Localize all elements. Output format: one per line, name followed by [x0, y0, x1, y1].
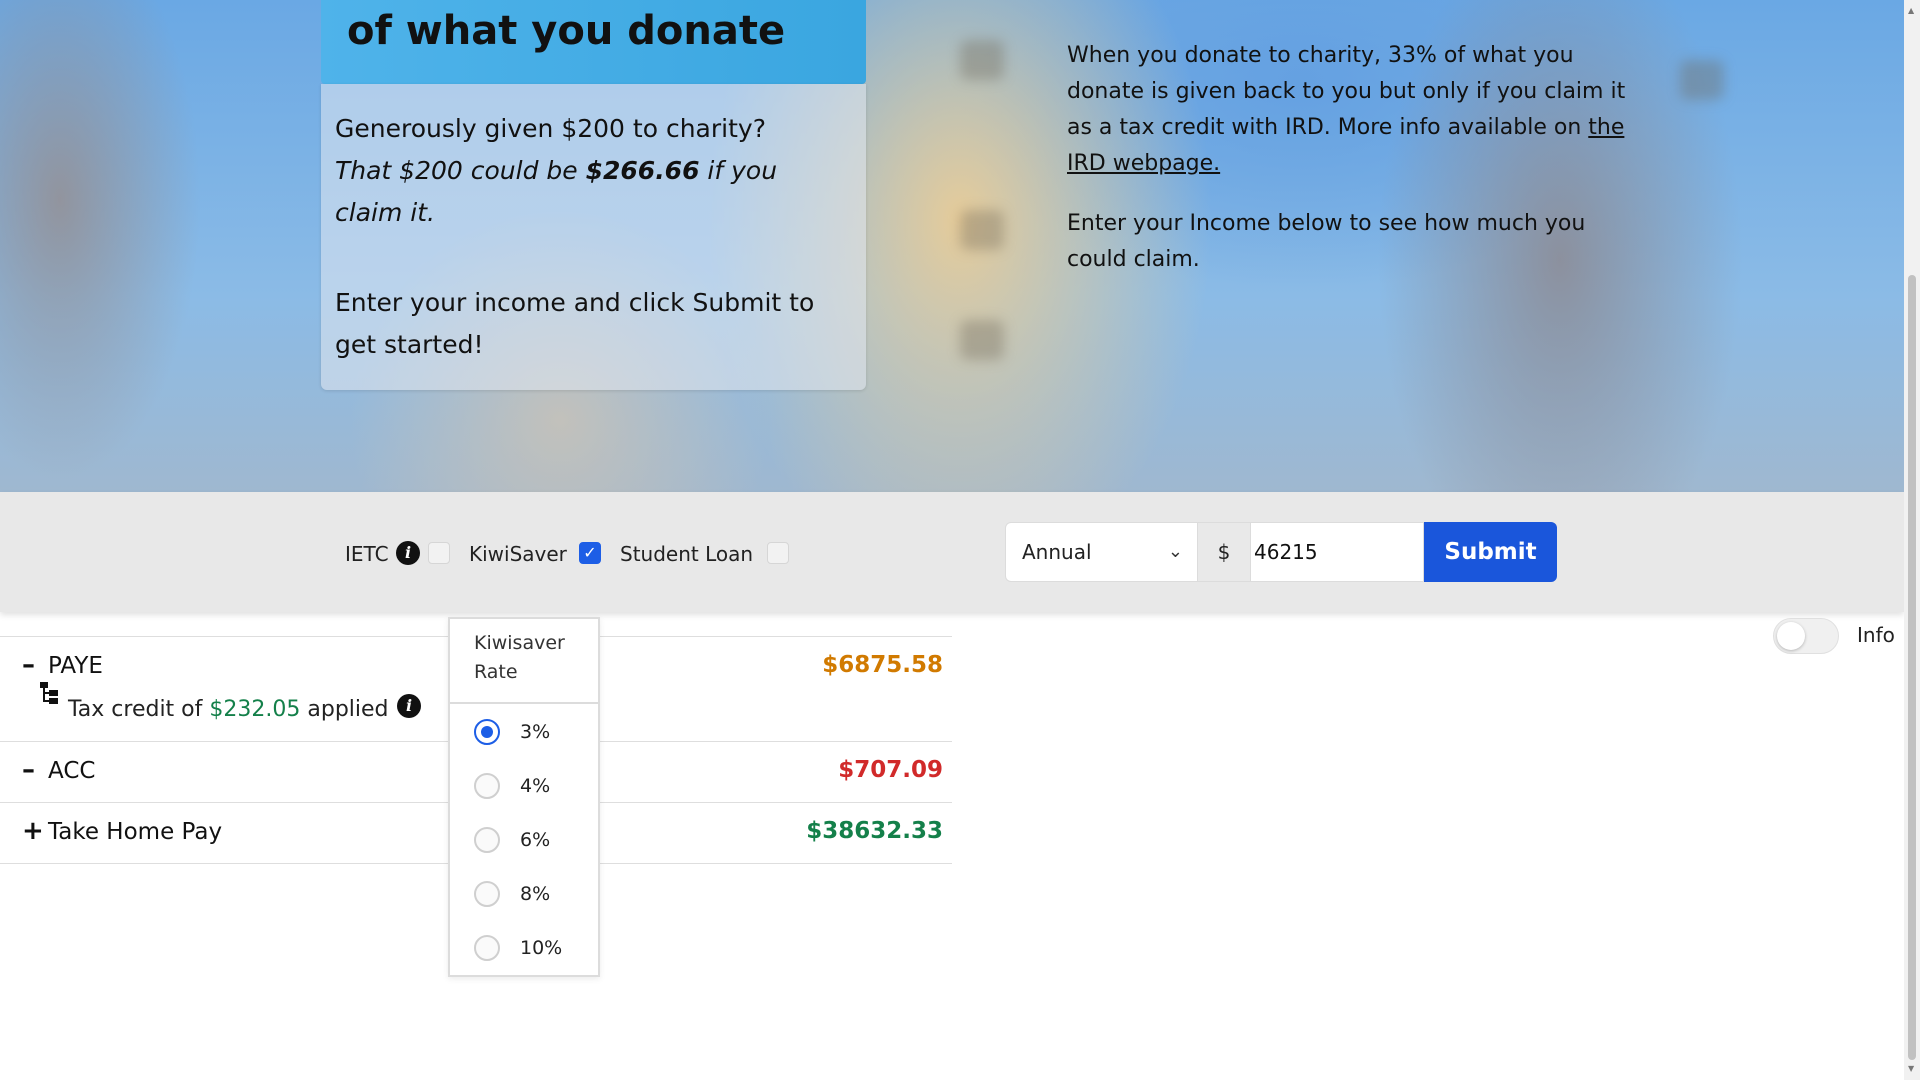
- income-input[interactable]: [1250, 522, 1424, 582]
- radio-button[interactable]: [474, 881, 500, 907]
- radio-button[interactable]: [474, 773, 500, 799]
- student-loan-label: Student Loan: [620, 542, 754, 566]
- hero-card-claim-amount: $266.66: [585, 156, 700, 185]
- collapse-icon: –: [22, 755, 35, 785]
- hero-info-paragraph: When you donate to charity, 33% of what …: [1067, 38, 1627, 182]
- rate-label: 3%: [520, 721, 551, 743]
- radio-button[interactable]: [474, 827, 500, 853]
- scroll-up-arrow-icon[interactable]: ▲: [1908, 6, 1914, 15]
- scroll-down-arrow-icon[interactable]: ▼: [1908, 1064, 1914, 1073]
- rate-label: 6%: [520, 829, 551, 851]
- ietc-checkbox[interactable]: [428, 542, 450, 564]
- take-home-row-label[interactable]: + Take Home Pay: [22, 817, 222, 846]
- page-scrollbar[interactable]: ▲ ▼: [1904, 0, 1920, 1080]
- hero-info: When you donate to charity, 33% of what …: [1067, 38, 1627, 278]
- paye-label: PAYE: [48, 653, 103, 679]
- info-toggle-label: Info: [1857, 623, 1895, 647]
- radio-button[interactable]: [474, 935, 500, 961]
- hero-card: Generously given $200 to charity? That $…: [321, 84, 866, 390]
- hero-banner: of what you donate Generously given $200…: [0, 0, 1904, 492]
- hero-info-paragraph-2: Enter your Income below to see how much …: [1067, 211, 1586, 272]
- rate-label: 4%: [520, 775, 551, 797]
- scrollbar-thumb[interactable]: [1908, 275, 1916, 1060]
- pay-period-value: Annual: [1022, 540, 1092, 564]
- rate-label: 8%: [520, 883, 551, 905]
- chevron-down-icon: ⌄: [1167, 541, 1183, 562]
- background-window: [960, 210, 1004, 250]
- info-icon[interactable]: i: [396, 541, 420, 565]
- paye-value: $6875.58: [822, 652, 943, 678]
- pay-period-select[interactable]: Annual ⌄: [1005, 522, 1198, 582]
- take-home-value: $38632.33: [806, 818, 943, 844]
- hero-card-line1: Generously given $200 to charity?: [335, 114, 766, 143]
- kiwisaver-rate-title: Kiwisaver Rate: [450, 619, 598, 704]
- take-home-label: Take Home Pay: [48, 819, 223, 845]
- hero-card-line2-start: That $200 could be: [335, 156, 586, 185]
- tree-branch-icon: [40, 682, 58, 704]
- submit-button[interactable]: Submit: [1424, 522, 1557, 582]
- toggle-knob: [1777, 622, 1805, 650]
- acc-label: ACC: [48, 758, 96, 784]
- background-window: [960, 40, 1004, 80]
- rate-label: 10%: [520, 937, 563, 959]
- currency-addon: $: [1198, 522, 1250, 582]
- collapse-icon: –: [22, 650, 35, 680]
- hero-card-cta: Enter your income and click Submit to ge…: [335, 288, 815, 359]
- expand-icon: +: [22, 816, 44, 846]
- background-window: [960, 320, 1004, 360]
- radio-button[interactable]: [474, 719, 500, 745]
- tax-credit-prefix: Tax credit of: [68, 697, 210, 722]
- paye-row-label[interactable]: – PAYE: [22, 651, 103, 680]
- hero-card-text: Generously given $200 to charity? That $…: [335, 108, 852, 234]
- info-toggle-switch[interactable]: [1773, 618, 1839, 654]
- hero-card-header: of what you donate: [321, 0, 866, 84]
- acc-row-label[interactable]: – ACC: [22, 756, 95, 785]
- acc-value: $707.09: [838, 757, 943, 783]
- student-loan-checkbox[interactable]: [767, 542, 789, 564]
- kiwisaver-checkbox[interactable]: ✓: [579, 542, 601, 564]
- kiwisaver-rate-popover: Kiwisaver Rate 3% 4% 6% 8% 10%: [448, 617, 600, 977]
- hero-card-line2: That $200 could be $266.66 if you claim …: [335, 156, 777, 227]
- tax-credit-amount: $232.05: [209, 697, 301, 722]
- hero-info-text: When you donate to charity, 33% of what …: [1067, 43, 1626, 140]
- calculator-toolbar: IETC i KiwiSaver ✓ Student Loan: [0, 492, 1904, 612]
- background-window: [1680, 60, 1724, 100]
- tax-credit-note: Tax credit of $232.05 applied: [68, 696, 389, 724]
- tax-credit-suffix: applied: [300, 697, 389, 722]
- info-icon[interactable]: i: [397, 694, 421, 718]
- ietc-label: IETC: [345, 542, 389, 566]
- hero-card-heading: of what you donate: [347, 8, 786, 54]
- kiwisaver-label: KiwiSaver: [469, 542, 567, 566]
